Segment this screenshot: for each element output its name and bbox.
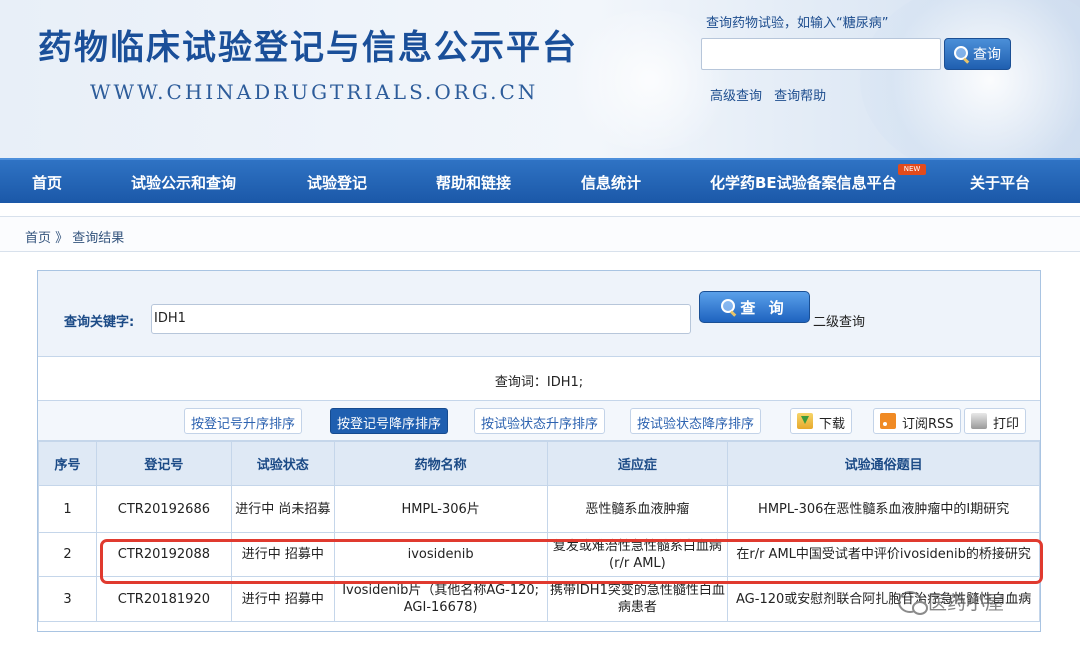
site-header: 药物临床试验登记与信息公示平台 WWW.CHINADRUGTRIALS.ORG.…	[0, 0, 1080, 158]
breadcrumb[interactable]: 首页 》 查询结果	[25, 227, 124, 246]
sort-toolbar: 按登记号升序排序 按登记号降序排序 按试验状态升序排序 按试验状态降序排序 下载…	[38, 401, 1040, 441]
main-nav: 首页 试验公示和查询 试验登记 帮助和链接 信息统计 化学药BE试验备案信息平台…	[0, 158, 1080, 203]
watermark-text: 医药小屋	[928, 592, 1005, 614]
top-search-input[interactable]	[701, 38, 941, 70]
cell-no: 3	[38, 576, 97, 622]
sort-status-asc-button[interactable]: 按试验状态升序排序	[474, 408, 606, 434]
header-decoration	[860, 0, 1080, 158]
printer-icon	[971, 413, 987, 429]
nav-item-statistics[interactable]: 信息统计	[581, 172, 641, 193]
search-icon	[954, 46, 970, 62]
cell-title[interactable]: HMPL-306在恶性髓系血液肿瘤中的Ⅰ期研究	[727, 485, 1040, 533]
keyword-label: 查询关键字:	[64, 315, 135, 330]
nav-item-trial-query[interactable]: 试验公示和查询	[131, 172, 236, 193]
sort-regno-asc-button[interactable]: 按登记号升序排序	[184, 408, 303, 434]
site-title[interactable]: 药物临床试验登记与信息公示平台	[38, 20, 578, 69]
cell-reg-no[interactable]: CTR20192686	[95, 485, 232, 533]
table-header-row: 序号 登记号 试验状态 药物名称 适应症 试验通俗题目	[38, 441, 1040, 486]
col-header-title: 试验通俗题目	[727, 441, 1040, 486]
wechat-icon	[898, 590, 928, 615]
site-url: WWW.CHINADRUGTRIALS.ORG.CN	[90, 80, 539, 104]
nav-item-trial-register[interactable]: 试验登记	[307, 172, 367, 193]
advanced-search-link[interactable]: 高级查询	[710, 89, 762, 104]
download-icon	[797, 413, 813, 429]
search-hint: 查询药物试验，如输入“糖尿病”	[706, 16, 889, 31]
cell-no: 2	[38, 532, 97, 577]
col-header-drug: 药物名称	[333, 441, 548, 486]
col-header-indication: 适应症	[546, 441, 729, 486]
print-label: 打印	[993, 417, 1020, 432]
top-search-button[interactable]: 查询	[944, 38, 1011, 70]
new-badge: NEW	[898, 164, 926, 175]
top-search-button-label: 查询	[973, 47, 1001, 63]
watermark: 医药小屋	[898, 588, 1004, 615]
col-header-no: 序号	[38, 441, 97, 486]
nav-item-about[interactable]: 关于平台	[970, 172, 1030, 193]
rss-button[interactable]: 订阅RSS	[873, 408, 961, 434]
nav-item-be-platform[interactable]: 化学药BE试验备案信息平台	[710, 172, 897, 193]
query-words: 查询词：IDH1;	[38, 357, 1040, 401]
print-button[interactable]: 打印	[964, 408, 1027, 434]
rss-label: 订阅RSS	[902, 417, 954, 432]
search-help-link[interactable]: 查询帮助	[774, 89, 826, 104]
secondary-query-link[interactable]: 二级查询	[813, 311, 865, 330]
header-links: 高级查询 查询帮助	[710, 85, 834, 104]
cell-no: 1	[38, 485, 97, 533]
search-icon	[721, 299, 737, 315]
highlight-box	[100, 539, 1043, 584]
cell-indication: 恶性髓系血液肿瘤	[546, 485, 729, 533]
sort-status-desc-button[interactable]: 按试验状态降序排序	[630, 408, 762, 434]
col-header-reg-no: 登记号	[95, 441, 232, 486]
rss-icon	[880, 413, 896, 429]
search-button-label: 查 询	[740, 298, 788, 317]
header-decoration	[560, 10, 740, 150]
keyword-input[interactable]: IDH1	[151, 304, 691, 334]
search-button[interactable]: 查 询	[699, 291, 810, 323]
nav-item-home[interactable]: 首页	[32, 172, 62, 193]
download-label: 下载	[819, 417, 846, 432]
col-header-status: 试验状态	[230, 441, 335, 486]
cell-status: 进行中 尚未招募	[230, 485, 335, 533]
nav-item-help-links[interactable]: 帮助和链接	[436, 172, 511, 193]
table-row[interactable]: 1 CTR20192686 进行中 尚未招募 HMPL-306片 恶性髓系血液肿…	[38, 485, 1040, 533]
breadcrumb-bar: 首页 》 查询结果	[0, 216, 1080, 252]
results-table: 序号 登记号 试验状态 药物名称 适应症 试验通俗题目 1 CTR2019268…	[38, 441, 1040, 622]
query-area: 查询关键字: IDH1 查 询 二级查询	[38, 271, 1040, 357]
sort-regno-desc-button[interactable]: 按登记号降序排序	[330, 408, 449, 434]
cell-drug: HMPL-306片	[333, 485, 548, 533]
download-button[interactable]: 下载	[790, 408, 853, 434]
